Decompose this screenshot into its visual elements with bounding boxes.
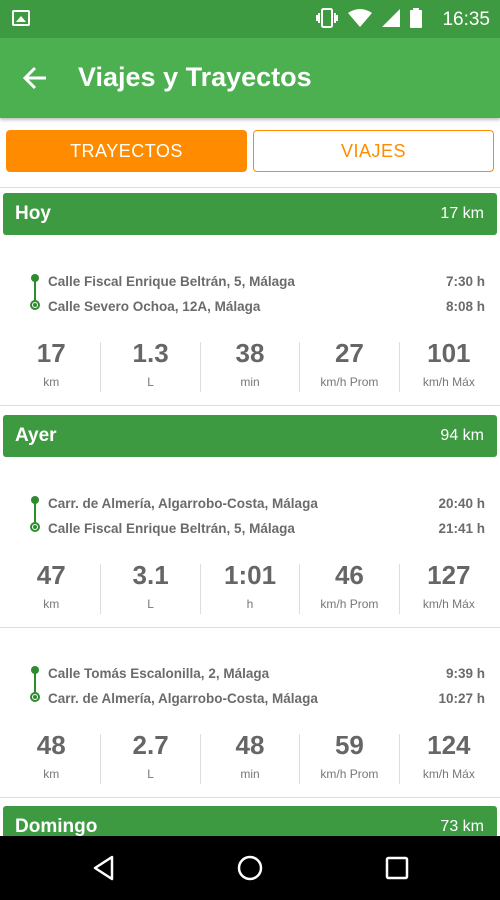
stat-duration: 38 min xyxy=(201,338,301,392)
page-title: Viajes y Trayectos xyxy=(78,62,312,92)
trip-end-time: 8:08 h xyxy=(445,299,485,314)
trip-origin: Calle Tomás Escalonilla, 2, Málaga xyxy=(48,666,270,681)
trip-stats: 48 km 2.7 L 48 min 59 km/h Prom 124 km/h Máx xyxy=(2,730,498,784)
trip-origin: Calle Fiscal Enrique Beltrán, 5, Málaga xyxy=(48,274,295,289)
back-triangle-icon[interactable] xyxy=(90,854,118,882)
section-day: Ayer xyxy=(15,425,57,446)
section-distance: 94 km xyxy=(440,427,484,444)
stat-max-speed: 101 km/h Máx xyxy=(422,338,475,389)
vibrate-icon xyxy=(316,8,338,28)
system-icons xyxy=(316,8,422,28)
stat-distance: 47 km xyxy=(2,560,102,614)
stat-distance: 48 km xyxy=(2,730,102,784)
stat-avg-speed: 27 km/h Prom xyxy=(300,338,400,392)
trip-item[interactable]: Calle Tomás Escalonilla, 2, Málaga 9:39 … xyxy=(0,628,500,798)
trip-item[interactable]: Calle Fiscal Enrique Beltrán, 5, Málaga … xyxy=(0,236,500,406)
trip-destination: Carr. de Almería, Algarrobo-Costa, Málag… xyxy=(48,691,318,706)
section-day: Hoy xyxy=(15,203,51,224)
trip-stats: 17 km 1.3 L 38 min 27 km/h Prom 101 km/h Máx xyxy=(2,338,498,392)
trip-stats: 47 km 3.1 L 1:01 h 46 km/h Prom 127 km/h Máx xyxy=(2,560,498,614)
trip-end-time: 21:41 h xyxy=(438,521,485,536)
system-nav-bar xyxy=(0,836,500,900)
arrow-left-icon[interactable] xyxy=(18,60,54,96)
trip-start-time: 7:30 h xyxy=(445,274,485,289)
signal-icon xyxy=(382,9,400,27)
stat-distance: 17 km xyxy=(2,338,102,392)
wifi-icon xyxy=(348,9,372,27)
trip-end-time: 10:27 h xyxy=(438,691,485,706)
stat-max-speed: 124 km/h Máx xyxy=(422,730,475,781)
tab-trayectos[interactable]: TRAYECTOS xyxy=(6,130,247,172)
recents-square-icon[interactable] xyxy=(383,854,411,882)
stat-max-speed: 127 km/h Máx xyxy=(422,560,475,611)
status-time: 16:35 xyxy=(442,9,490,30)
stat-avg-speed: 59 km/h Prom xyxy=(300,730,400,784)
image-icon xyxy=(12,10,30,26)
stat-fuel: 2.7 L xyxy=(101,730,201,784)
stat-fuel: 3.1 L xyxy=(101,560,201,614)
app-bar: Viajes y Trayectos xyxy=(0,38,500,118)
stat-duration: 1:01 h xyxy=(201,560,301,614)
trip-destination: Calle Fiscal Enrique Beltrán, 5, Málaga xyxy=(48,521,295,536)
section-distance: 17 km xyxy=(440,205,484,222)
home-circle-icon[interactable] xyxy=(236,854,264,882)
battery-icon xyxy=(410,8,422,28)
trip-item[interactable]: Carr. de Almería, Algarrobo-Costa, Málag… xyxy=(0,458,500,628)
tab-bar: TRAYECTOS VIAJES xyxy=(0,118,500,188)
trip-start-time: 9:39 h xyxy=(445,666,485,681)
stat-duration: 48 min xyxy=(201,730,301,784)
trip-start-time: 20:40 h xyxy=(438,496,485,511)
stat-avg-speed: 46 km/h Prom xyxy=(300,560,400,614)
tab-viajes[interactable]: VIAJES xyxy=(253,130,494,172)
section-distance: 73 km xyxy=(440,818,484,835)
section-header-ayer: Ayer 94 km xyxy=(3,415,497,457)
status-bar: 16:35 xyxy=(0,0,500,38)
section-header-hoy: Hoy 17 km xyxy=(3,193,497,235)
section-day: Domingo xyxy=(15,816,98,837)
trip-origin: Carr. de Almería, Algarrobo-Costa, Málag… xyxy=(48,496,318,511)
trip-destination: Calle Severo Ochoa, 12A, Málaga xyxy=(48,299,261,314)
stat-fuel: 1.3 L xyxy=(101,338,201,392)
